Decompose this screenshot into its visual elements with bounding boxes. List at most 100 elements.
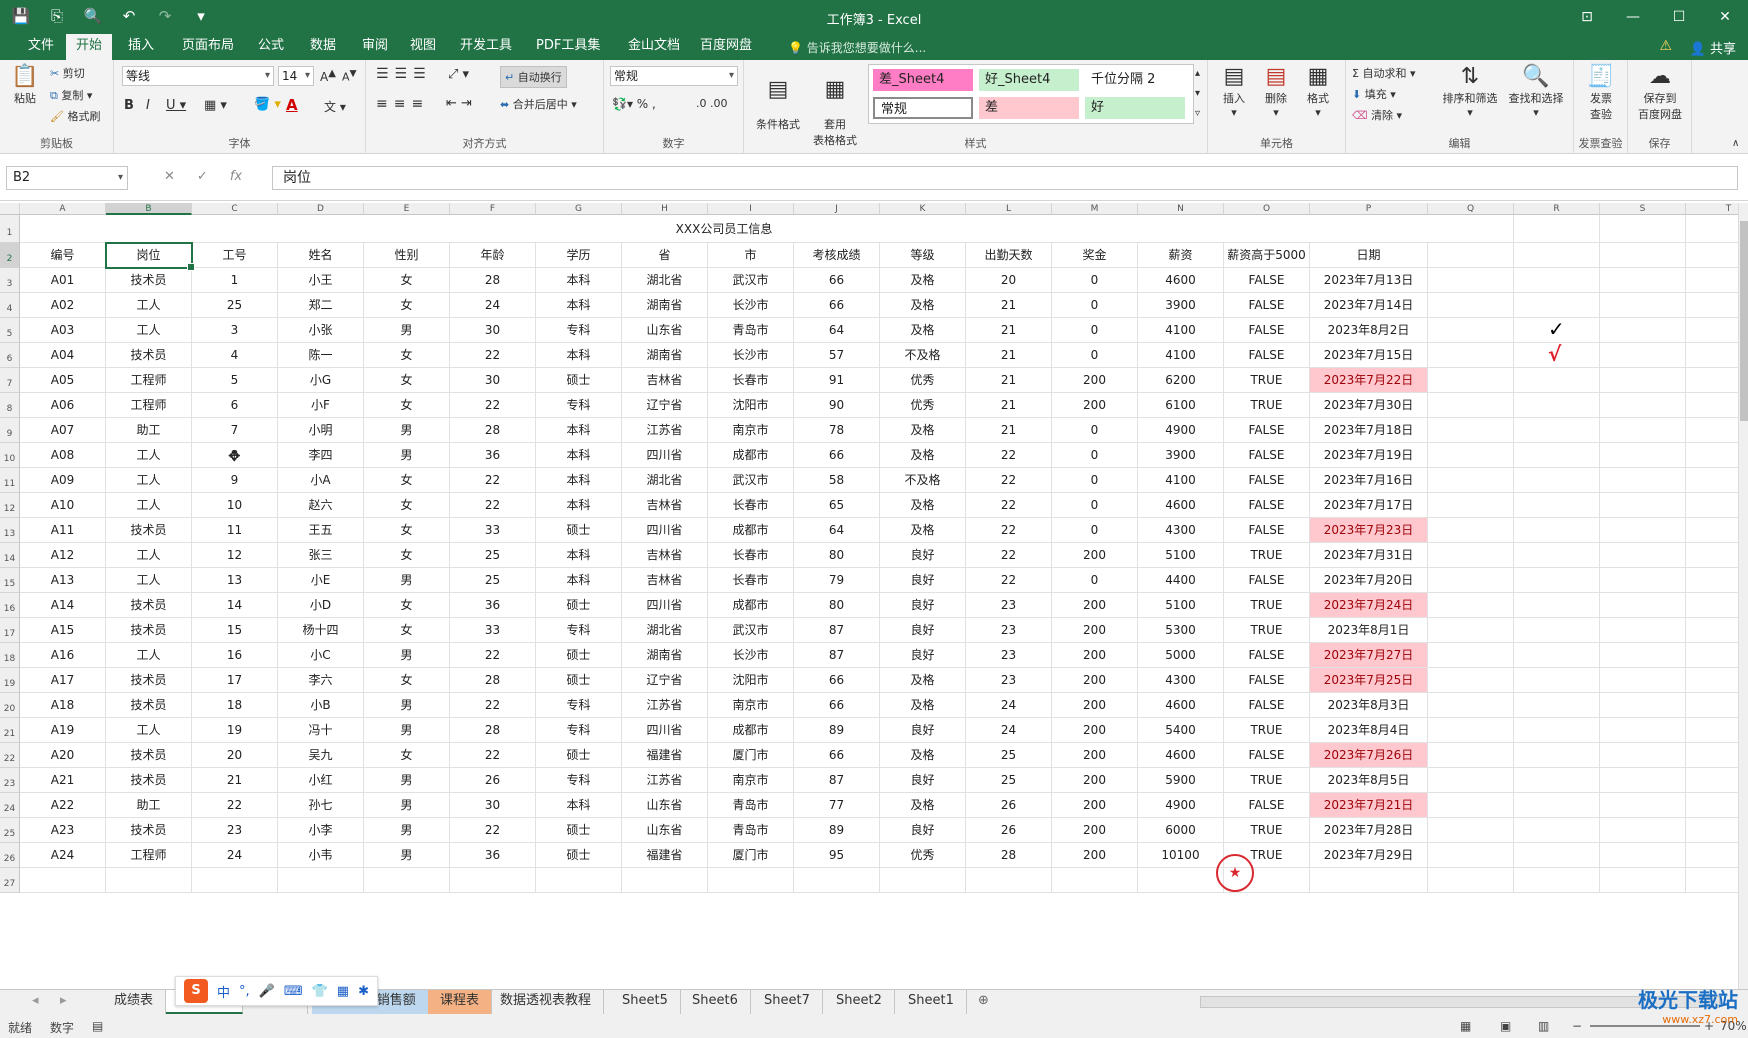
find-select-button[interactable]: 🔍 查找和选择 ▾ [1504,64,1568,119]
grid-cell[interactable] [1514,668,1600,693]
grid-cell[interactable]: 良好 [880,543,966,568]
grid-cell[interactable] [1514,718,1600,743]
grid-cell[interactable]: 0 [1052,268,1138,293]
grid-cell[interactable] [1686,843,1738,868]
header-cell[interactable]: 性别 [364,243,450,268]
row-header[interactable]: 7 [0,368,20,393]
grid-cell[interactable]: 2023年7月14日 [1310,293,1428,318]
grid-cell[interactable] [1686,318,1738,343]
column-header[interactable]: S [1600,203,1686,215]
grid-cell[interactable]: 87 [794,618,880,643]
grid-cell[interactable]: A24 [20,843,106,868]
grid-cell[interactable] [1428,543,1514,568]
grid-cell[interactable]: 技术员 [106,768,192,793]
row-header[interactable]: 4 [0,293,20,318]
sheet-tab[interactable]: 课程表 [428,990,493,1014]
column-header[interactable]: C [192,203,278,215]
grid-cell[interactable]: 成都市 [708,593,794,618]
grid-cell[interactable]: 技术员 [106,818,192,843]
column-header[interactable]: E [364,203,450,215]
grid-cell[interactable] [1686,293,1738,318]
grid-cell[interactable] [450,868,536,893]
grid-cell[interactable]: 23 [966,593,1052,618]
grid-cell[interactable] [1428,468,1514,493]
grid-cell[interactable]: 2023年7月15日 [1310,343,1428,368]
grid-cell[interactable]: 成都市 [708,518,794,543]
grid-cell[interactable]: 小明 [278,418,364,443]
grid-cell[interactable]: 80 [794,543,880,568]
row-header[interactable]: 9 [0,418,20,443]
grid-cell[interactable]: 0 [1052,493,1138,518]
bold-button[interactable]: B [124,98,134,113]
grid-cell[interactable] [106,868,192,893]
grid-cell[interactable]: 2023年8月3日 [1310,693,1428,718]
font-size-combo[interactable]: 14 [278,66,314,86]
grid-cell[interactable]: 山东省 [622,793,708,818]
grid-cell[interactable]: TRUE [1224,393,1310,418]
grid-cell[interactable]: 专科 [536,693,622,718]
grid-cell[interactable]: 25 [450,568,536,593]
grid-cell[interactable]: 男 [364,418,450,443]
grid-cell[interactable]: 吉林省 [622,568,708,593]
grid-cell[interactable]: 22 [450,643,536,668]
grid-cell[interactable]: 36 [450,443,536,468]
ribbon-tab[interactable]: 插入 [118,34,164,60]
grid-cell[interactable]: 优秀 [880,368,966,393]
grid-cell[interactable] [1428,593,1514,618]
grid-cell[interactable]: 4300 [1138,518,1224,543]
grid-cell[interactable] [1600,768,1686,793]
grid-cell[interactable]: 女 [364,618,450,643]
merge-center-button[interactable]: ⬌ 合并后居中 ▾ [500,96,577,112]
grid-cell[interactable]: 女 [364,543,450,568]
grid-cell[interactable]: A07 [20,418,106,443]
grid-cell[interactable]: 本科 [536,293,622,318]
grid-cell[interactable]: 10100 [1138,843,1224,868]
ime-settings-icon[interactable]: ✱ [358,984,369,999]
grid-cell[interactable]: 女 [364,293,450,318]
grid-cell[interactable]: 22 [450,393,536,418]
grid-cell[interactable]: 良好 [880,618,966,643]
grid-cell[interactable]: 13 [192,568,278,593]
grid-cell[interactable]: 90 [794,393,880,418]
grid-cell[interactable] [1428,793,1514,818]
grid-cell[interactable]: 5400 [1138,718,1224,743]
grid-cell[interactable]: 23 [966,618,1052,643]
grid-cell[interactable]: 江苏省 [622,418,708,443]
column-header[interactable]: A [20,203,106,215]
grid-cell[interactable]: FALSE [1224,693,1310,718]
grid-cell[interactable]: 19 [192,718,278,743]
grid-cell[interactable]: 2023年7月23日 [1310,518,1428,543]
grid-cell[interactable]: 22 [966,518,1052,543]
vertical-align-icons[interactable]: ☰☰☰ [376,66,432,82]
grid-cell[interactable]: 12 [192,543,278,568]
grid-cell[interactable]: 技术员 [106,593,192,618]
grid-cell[interactable]: 工人 [106,643,192,668]
grid-cell[interactable] [1514,693,1600,718]
grid-cell[interactable]: 22 [192,793,278,818]
cell-style-item[interactable]: 差_Sheet4 [873,69,973,91]
grid-cell[interactable]: 28 [450,268,536,293]
grid-cell[interactable] [536,868,622,893]
grid-cell[interactable] [1686,818,1738,843]
header-cell[interactable]: 编号 [20,243,106,268]
grid-cell[interactable]: A06 [20,393,106,418]
grid-cell[interactable]: 66 [794,443,880,468]
grid-cell[interactable]: 工程师 [106,843,192,868]
grid-cell[interactable]: 四川省 [622,518,708,543]
grid-cell[interactable]: 21 [966,418,1052,443]
grid-cell[interactable]: 女 [364,518,450,543]
grid-cell[interactable]: 武汉市 [708,468,794,493]
grid-cell[interactable]: A01 [20,268,106,293]
macro-record-icon[interactable]: ▤ [92,1019,103,1033]
grid-cell[interactable]: FALSE [1224,268,1310,293]
grid-cell[interactable]: 吉林省 [622,493,708,518]
grid-cell[interactable]: 2023年7月16日 [1310,468,1428,493]
grid-cell[interactable]: 66 [794,668,880,693]
grid-cell[interactable]: 福建省 [622,843,708,868]
ribbon-tab[interactable]: 开始 [66,34,113,60]
grid-cell[interactable]: 2023年7月22日 [1310,368,1428,393]
grid-cell[interactable]: 6100 [1138,393,1224,418]
page-break-icon[interactable]: ▥ [1538,1019,1549,1033]
sheet-tab[interactable]: Sheet5 [610,990,681,1014]
sheet-tab[interactable]: Sheet7 [752,990,823,1014]
